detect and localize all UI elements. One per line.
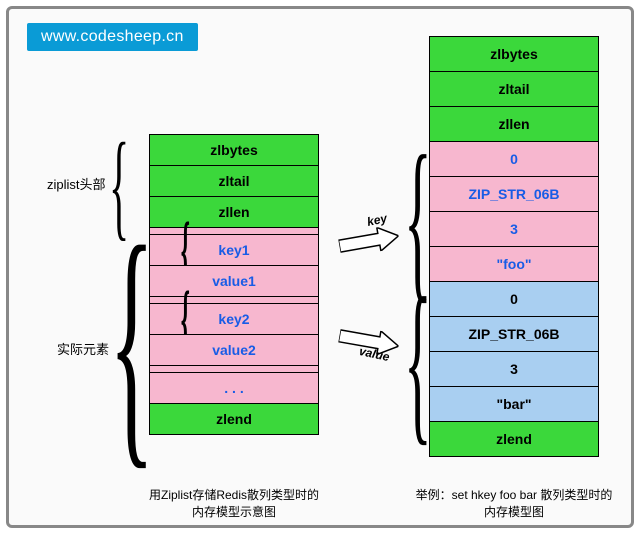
cell-value1: value1 [149, 265, 319, 297]
cell-val-encoding: ZIP_STR_06B [429, 316, 599, 352]
cell-value2: value2 [149, 334, 319, 366]
arrow-key [337, 224, 400, 258]
brace-elements: { [109, 237, 154, 447]
cell-key1: {key1 [149, 234, 319, 266]
cell-val-prevlen: 0 [429, 281, 599, 317]
cell-key-value: "foo" [429, 246, 599, 282]
cell-zllen: zllen [429, 106, 599, 142]
right-diagram: zlbytes zltail zllen 0 ZIP_STR_06B 3 "fo… [429, 37, 599, 457]
left-diagram: zlbytes zltail zllen {key1 value1 {key2 … [149, 135, 319, 435]
caption-right: 举例：set hkey foo bar 散列类型时的内存模型图 [414, 487, 614, 521]
label-actual-elements: 实际元素 [57, 339, 109, 358]
cell-zltail: zltail [149, 165, 319, 197]
label-ziplist-header: ziplist头部 [47, 174, 106, 193]
cell-zllen: zllen [149, 196, 319, 228]
cell-zlend: zlend [429, 421, 599, 457]
cell-zlbytes: zlbytes [149, 134, 319, 166]
cell-key-len: 3 [429, 211, 599, 247]
cell-zlend: zlend [149, 403, 319, 435]
cell-key-encoding: ZIP_STR_06B [429, 176, 599, 212]
cell-key-prevlen: 0 [429, 141, 599, 177]
brace-value-group: { [404, 289, 432, 433]
cell-zltail: zltail [429, 71, 599, 107]
caption-left: 用Ziplist存储Redis散列类型时的内存模型示意图 [134, 487, 334, 521]
cell-val-len: 3 [429, 351, 599, 387]
site-badge: www.codesheep.cn [27, 23, 198, 51]
cell-val-value: "bar" [429, 386, 599, 422]
cell-ellipsis: . . . [149, 372, 319, 404]
cell-key2: {key2 [149, 303, 319, 335]
cell-zlbytes: zlbytes [429, 36, 599, 72]
